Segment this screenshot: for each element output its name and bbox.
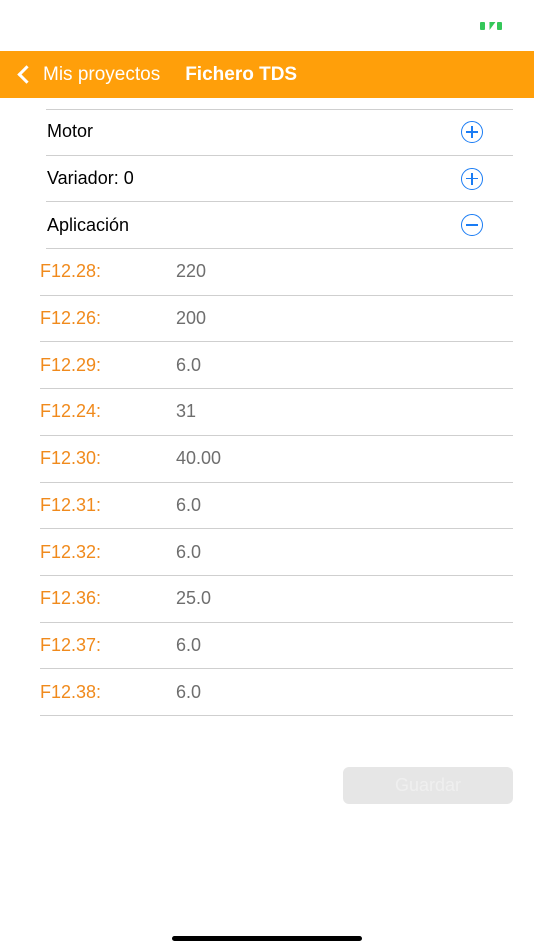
param-value: 31	[176, 401, 197, 422]
page-title: Fichero TDS	[185, 63, 298, 85]
section-label: Variador: 0	[47, 168, 134, 189]
param-code: F12.26:	[40, 308, 102, 329]
param-row[interactable]: F12.37: 6.0	[40, 623, 513, 670]
back-label: Mis proyectos	[43, 63, 161, 85]
back-button[interactable]: Mis proyectos	[0, 51, 160, 98]
param-value: 6.0	[176, 681, 202, 702]
plus-circle-icon[interactable]	[461, 120, 483, 143]
param-value: 6.0	[176, 494, 202, 515]
param-row[interactable]: F12.38: 6.0	[40, 669, 513, 716]
param-row[interactable]: F12.24: 31	[40, 389, 513, 436]
param-code: F12.37:	[40, 634, 102, 655]
chevron-left-icon	[17, 65, 36, 84]
param-code: F12.38:	[40, 681, 102, 702]
section-aplicacion[interactable]: Aplicación	[46, 202, 513, 250]
param-row[interactable]: F12.32: 6.0	[40, 529, 513, 576]
param-code: F12.36:	[40, 588, 102, 609]
param-value: 220	[176, 261, 207, 282]
param-value: 6.0	[176, 541, 202, 562]
settings-list: Motor Variador: 0 Aplicación F12.28: 220…	[0, 109, 534, 716]
param-value: 6.0	[176, 354, 202, 375]
param-code: F12.31:	[40, 494, 102, 515]
nav-bar: Mis proyectos Fichero TDS	[0, 51, 534, 98]
status-bar	[0, 0, 534, 50]
save-button[interactable]: Guardar	[343, 767, 513, 804]
home-indicator[interactable]	[172, 936, 362, 941]
param-code: F12.28:	[40, 261, 102, 282]
minus-circle-icon[interactable]	[461, 214, 483, 237]
param-row[interactable]: F12.36: 25.0	[40, 576, 513, 623]
param-value: 25.0	[176, 588, 212, 609]
param-row[interactable]: F12.29: 6.0	[40, 342, 513, 390]
param-value: 200	[176, 308, 207, 329]
section-motor[interactable]: Motor	[46, 109, 513, 156]
param-row[interactable]: F12.30: 40.00	[40, 436, 513, 483]
plus-circle-icon[interactable]	[461, 167, 483, 190]
param-code: F12.24:	[40, 401, 102, 422]
screen: Mis proyectos Fichero TDS Motor Variador…	[0, 0, 534, 950]
param-row[interactable]: F12.28: 220	[40, 249, 513, 296]
param-value: 6.0	[176, 634, 202, 655]
section-variador[interactable]: Variador: 0	[46, 156, 513, 203]
section-label: Motor	[47, 121, 94, 142]
param-row[interactable]: F12.26: 200	[40, 296, 513, 343]
section-label: Aplicación	[47, 214, 130, 235]
param-code: F12.32:	[40, 541, 102, 562]
param-code: F12.29:	[40, 354, 102, 375]
battery-charging-icon	[480, 21, 502, 31]
param-row[interactable]: F12.31: 6.0	[40, 483, 513, 530]
param-value: 40.00	[176, 448, 222, 469]
param-code: F12.30:	[40, 448, 102, 469]
